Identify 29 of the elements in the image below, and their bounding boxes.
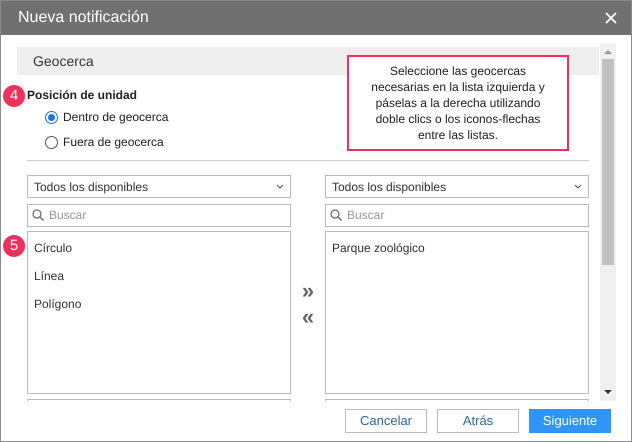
- step-badge: 4: [3, 85, 25, 107]
- chevron-icon: [276, 184, 284, 189]
- radio-label[interactable]: Dentro de geocerca: [63, 108, 168, 126]
- radio-label[interactable]: Fuera de geocerca: [63, 133, 164, 151]
- filter-dropdown[interactable]: Todos los disponibles: [27, 175, 291, 198]
- scroll-up-icon[interactable]: [604, 49, 612, 55]
- list-item[interactable]: Línea: [34, 267, 284, 285]
- radio-button[interactable]: [45, 136, 58, 148]
- search-field[interactable]: Buscar: [27, 204, 291, 226]
- dropdown-value: Todos los disponibles: [34, 178, 148, 196]
- radio-button[interactable]: [45, 110, 58, 124]
- search-field[interactable]: Buscar: [325, 204, 589, 226]
- step-badge: 5: [3, 235, 25, 257]
- dialog-button[interactable]: Atrás: [437, 409, 519, 433]
- list-item[interactable]: Polígono: [34, 295, 284, 313]
- filter-dropdown[interactable]: Todos los disponibles: [325, 175, 589, 198]
- close-icon[interactable]: [605, 12, 617, 24]
- move-right-button[interactable]: »: [302, 279, 314, 303]
- scroll-down-icon[interactable]: [604, 389, 612, 395]
- list-item[interactable]: Círculo: [34, 239, 284, 257]
- window-title: Nueva notificación: [18, 8, 149, 28]
- chevron-icon: [574, 184, 582, 189]
- dropdown-value: Todos los disponibles: [332, 178, 446, 196]
- list-item[interactable]: Parque zoológico: [332, 239, 582, 257]
- move-left-button[interactable]: «: [302, 305, 314, 329]
- scrollbar[interactable]: [600, 43, 616, 401]
- dialog-button[interactable]: Cancelar: [345, 409, 427, 433]
- callout-note: Seleccione las geocercas necesarias en la lista izquierda y páselas a la derecha utilizando doble clics o los iconos-flechas entre las listas.: [347, 55, 569, 151]
- field-label: Posición de unidad: [27, 87, 138, 103]
